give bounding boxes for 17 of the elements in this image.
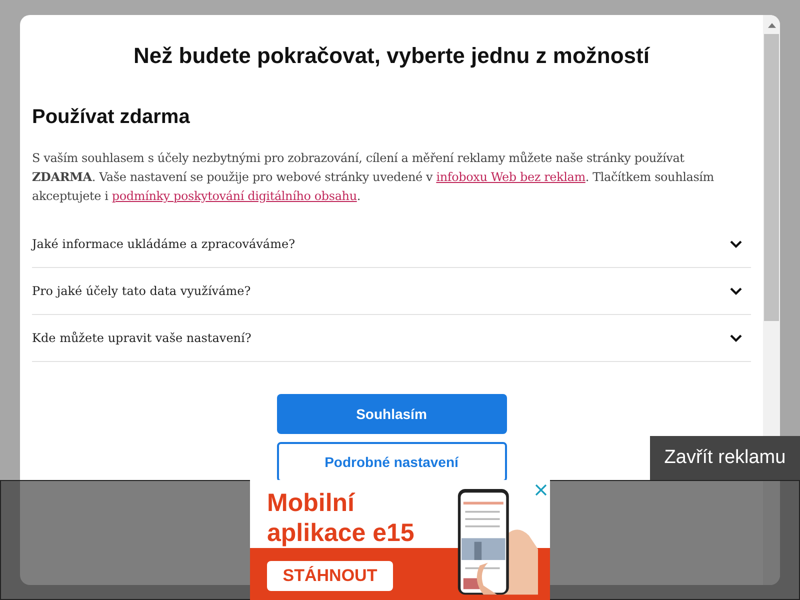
accordion-item[interactable]: Kde můžete upravit vaše nastavení?: [32, 315, 751, 362]
close-icon[interactable]: [535, 484, 547, 496]
agree-button[interactable]: Souhlasím: [276, 394, 506, 434]
close-ad-button[interactable]: Zavřít reklamu: [650, 436, 800, 480]
accordion-item[interactable]: Jaké informace ukládáme a zpracováváme?: [32, 221, 751, 268]
download-button[interactable]: STÁHNOUT: [267, 561, 393, 591]
settings-button[interactable]: Podrobné nastavení: [276, 442, 506, 482]
ad-banner[interactable]: Mobilní aplikace e15 STÁHNOUT: [250, 480, 550, 600]
section-title: Používat zdarma: [32, 106, 191, 129]
scroll-up-icon[interactable]: [768, 23, 776, 28]
scroll-thumb[interactable]: [764, 34, 779, 321]
ad-headline: Mobilní aplikace e15: [267, 488, 416, 548]
dialog-title: Než budete pokračovat, vyberte jednu z možností: [132, 43, 651, 69]
intro-paragraph: S vaším souhlasem s účely nezbytnými pro zobrazování, cílení a měření reklamy můžete naše stránky používat ZDARMA. Vaše nastavení se použije pro webové stránky uvedené v infoboxu Web bez reklam. Tlačítkem souhlasím akceptujete i podmínky poskytování digitálního obsahu.: [32, 150, 715, 205]
text-link[interactable]: infoboxu Web bez reklam: [436, 170, 586, 184]
text-link[interactable]: podmínky poskytování digitálního obsahu: [112, 189, 357, 203]
accordion-item[interactable]: Pro jaké účely tato data využíváme?: [32, 268, 751, 315]
